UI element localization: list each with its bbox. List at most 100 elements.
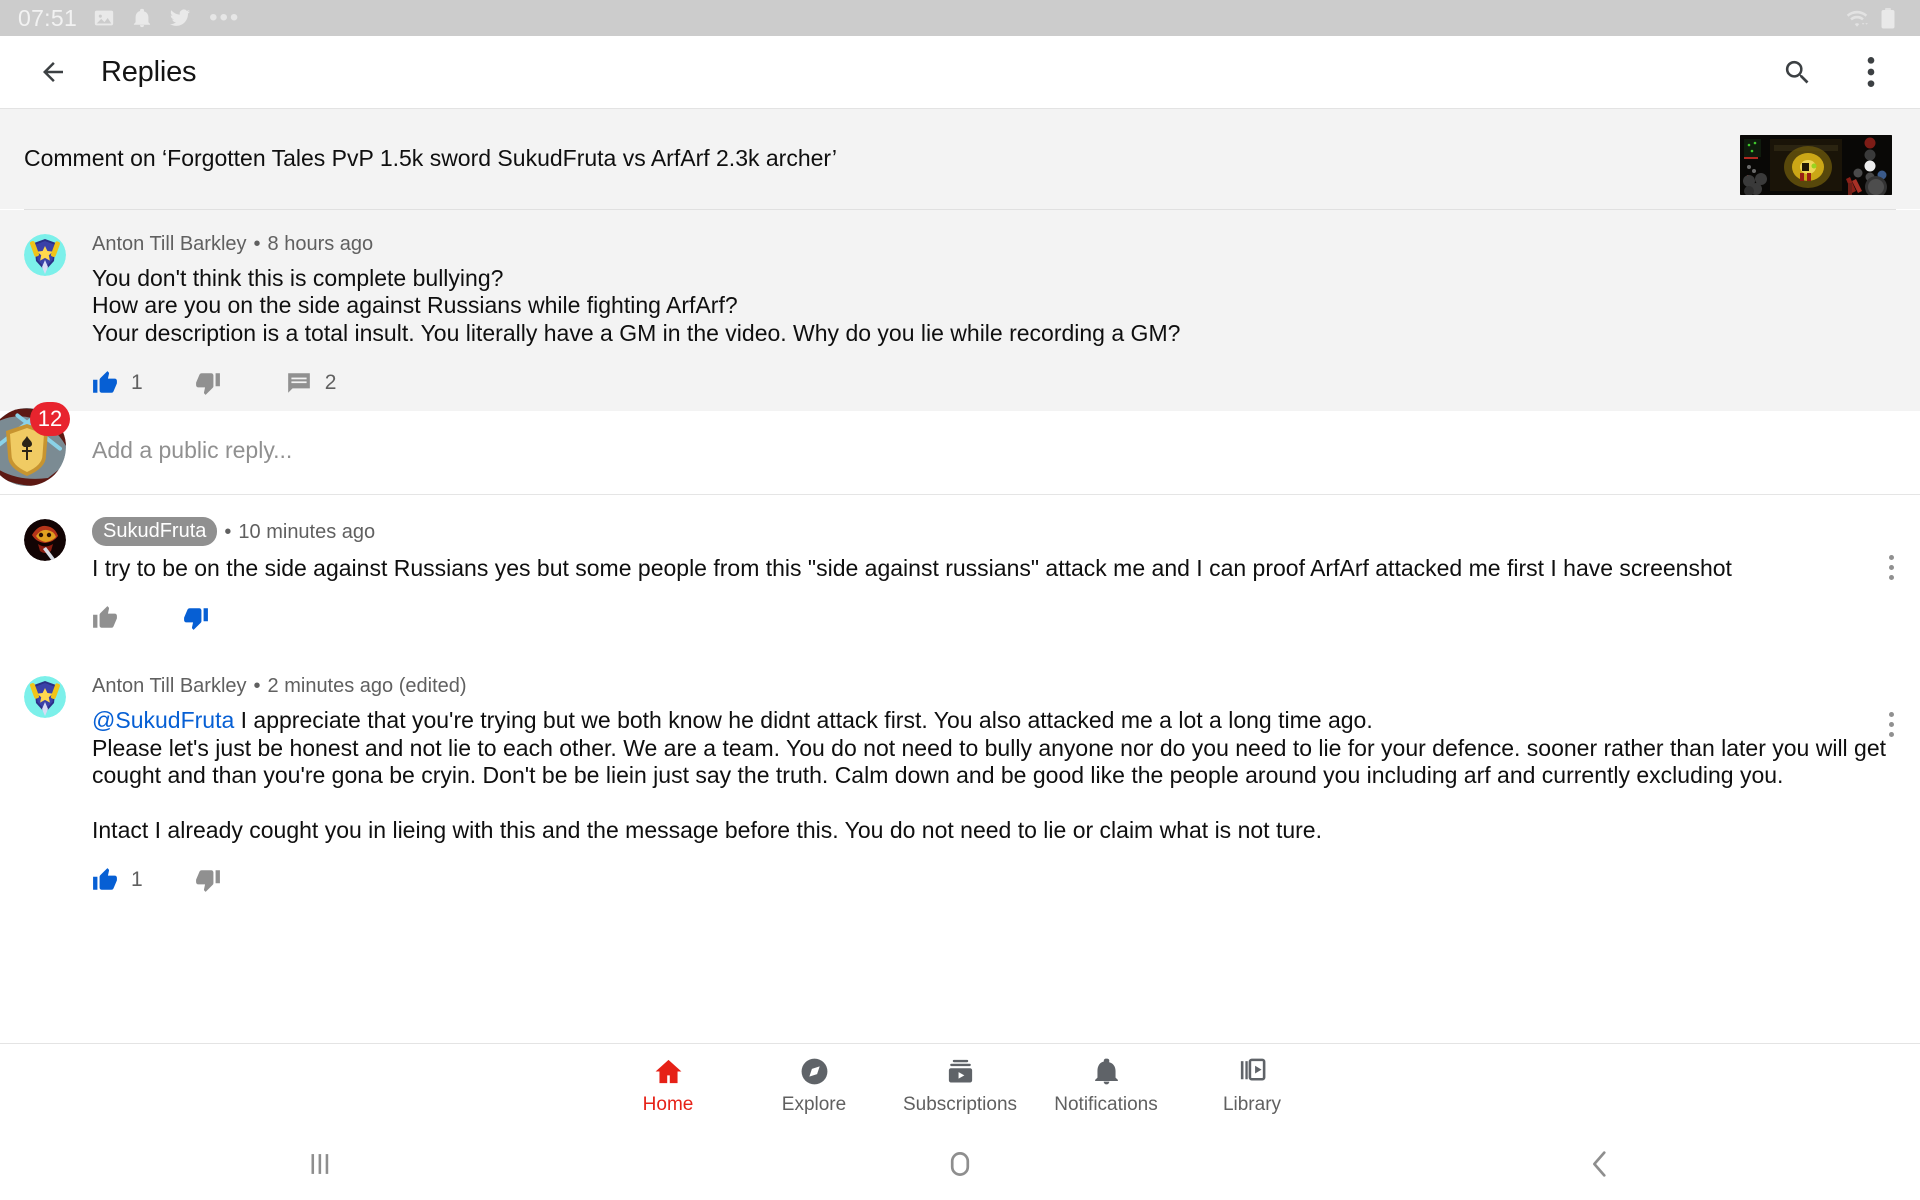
video-context-text: Comment on ‘Forgotten Tales PvP 1.5k swo… (24, 145, 838, 172)
thumbs-down-icon (195, 373, 220, 395)
bottom-navigation: Home Explore Subscriptions Notifications… (0, 1043, 1920, 1128)
battery-icon (1880, 7, 1902, 29)
nav-item-notifications[interactable]: Notifications (1033, 1056, 1179, 1116)
comment-overflow-button[interactable] (1889, 555, 1894, 581)
comment-author[interactable]: Anton Till Barkley (92, 674, 247, 698)
comment-meta: SukudFruta • 10 minutes ago (92, 517, 1896, 547)
comment-timestamp: 8 hours ago (267, 233, 374, 255)
app-overflow-button[interactable] (1850, 51, 1892, 93)
nav-label: Home (642, 1094, 694, 1115)
more-icon: ••• (209, 4, 241, 31)
avatar[interactable] (24, 519, 66, 562)
reply-input-placeholder[interactable]: Add a public reply... (92, 437, 292, 464)
back-button-system[interactable] (1540, 1147, 1660, 1181)
like-count: 1 (131, 868, 143, 892)
dislike-button[interactable] (183, 605, 222, 631)
comment-timestamp: 2 minutes ago (edited) (267, 675, 467, 698)
more-vertical-icon (1889, 555, 1894, 581)
bell-icon (1094, 1058, 1118, 1085)
status-bar-left: 07:51 ••• (18, 6, 240, 30)
parent-comment: Anton Till Barkley • 8 hours ago You don… (0, 210, 1920, 627)
content-area: Comment on ‘Forgotten Tales PvP 1.5k swo… (0, 109, 1920, 1043)
like-button[interactable]: 1 (92, 867, 143, 893)
reply-count: 2 (324, 371, 337, 395)
dislike-button[interactable] (195, 370, 234, 396)
comment-overflow-button[interactable] (1889, 712, 1894, 738)
thumbs-up-icon (93, 868, 117, 890)
library-icon (1240, 1058, 1265, 1081)
comment-actions (92, 590, 1896, 646)
mention-link[interactable]: @SukudFruta (92, 707, 234, 733)
nav-item-library[interactable]: Library (1179, 1056, 1325, 1116)
comment-body: Anton Till Barkley • 8 hours ago You don… (92, 232, 1896, 411)
app-bar: Replies (0, 36, 1920, 109)
thumbs-up-icon (93, 606, 117, 629)
search-icon (1785, 60, 1808, 83)
twitter-icon (169, 7, 191, 29)
comment-text: I try to be on the side against Russians… (92, 555, 1732, 582)
comment-text: @SukudFruta I appreciate that you're try… (92, 707, 1896, 844)
nav-label: Subscriptions (902, 1094, 1018, 1115)
status-bar-right (1844, 7, 1902, 29)
meta-separator: • (253, 233, 261, 255)
reply-comment: SukudFruta • 10 minutes ago I try to be … (0, 495, 1920, 653)
reply-comment: Anton Till Barkley • 2 minutes ago (edit… (0, 652, 1920, 915)
thumbs-down-icon (184, 608, 208, 631)
home-circle-icon (950, 1152, 970, 1176)
replies-button[interactable]: 2 (286, 370, 337, 396)
status-bar: 07:51 ••• (0, 0, 1920, 36)
home-button[interactable] (900, 1147, 1020, 1181)
avatar[interactable] (24, 234, 66, 276)
like-button[interactable]: 1 (92, 370, 143, 396)
dislike-button[interactable] (195, 867, 234, 893)
thumbs-down-icon (195, 870, 220, 893)
comment-actions: 1 (92, 852, 1896, 908)
system-navigation-bar (0, 1128, 1920, 1200)
unread-badge: 12 (30, 402, 70, 436)
nav-label: Notifications (1054, 1094, 1158, 1115)
comment-author[interactable]: SukudFruta (92, 517, 218, 547)
comment-meta: Anton Till Barkley • 2 minutes ago (edit… (92, 674, 1896, 698)
status-clock: 07:51 (18, 4, 78, 31)
wifi-icon (1844, 7, 1868, 29)
nav-label: Library (1222, 1094, 1282, 1115)
back-chevron-icon (1592, 1151, 1606, 1177)
avatar[interactable] (24, 676, 66, 719)
comment-timestamp: 10 minutes ago (238, 520, 376, 543)
comment-text-body: I appreciate that you're trying but we b… (92, 707, 1887, 843)
nav-item-explore[interactable]: Explore (741, 1056, 887, 1116)
comment-author[interactable]: Anton Till Barkley (92, 232, 247, 256)
more-vertical-icon (1867, 57, 1875, 87)
video-thumbnail[interactable] (1740, 135, 1892, 195)
comment-icon (287, 373, 310, 393)
comment-meta: Anton Till Barkley • 8 hours ago (92, 232, 1896, 256)
floating-chat-head[interactable]: 12 (0, 402, 70, 486)
nav-item-home[interactable]: Home (595, 1056, 741, 1116)
search-button[interactable] (1776, 51, 1818, 93)
app-bar-actions (1776, 51, 1892, 93)
page-title: Replies (101, 55, 197, 88)
image-icon (93, 7, 115, 29)
reply-composer[interactable]: Add a public reply... (0, 411, 1920, 496)
subscriptions-icon (948, 1059, 972, 1083)
back-arrow-icon (43, 62, 63, 82)
comment-body: Anton Till Barkley • 2 minutes ago (edit… (92, 674, 1896, 908)
video-context-header[interactable]: Comment on ‘Forgotten Tales PvP 1.5k swo… (0, 109, 1920, 209)
home-icon (655, 1059, 681, 1084)
like-button[interactable] (92, 605, 131, 631)
comment-text: You don't think this is complete bullyin… (92, 265, 1181, 346)
bell-icon (131, 7, 153, 29)
recents-icon (311, 1154, 329, 1174)
recents-button[interactable] (260, 1147, 380, 1181)
more-vertical-icon (1889, 712, 1894, 738)
comment-body: SukudFruta • 10 minutes ago I try to be … (92, 517, 1896, 646)
comment-actions: 1 2 (92, 355, 1896, 411)
nav-item-subscriptions[interactable]: Subscriptions (887, 1056, 1033, 1116)
compass-icon (801, 1058, 827, 1085)
meta-separator: • (224, 520, 232, 543)
meta-separator: • (253, 675, 261, 698)
back-button[interactable] (30, 49, 76, 95)
like-count: 1 (131, 371, 143, 395)
thumbs-up-icon (93, 371, 117, 393)
nav-label: Explore (781, 1094, 847, 1115)
